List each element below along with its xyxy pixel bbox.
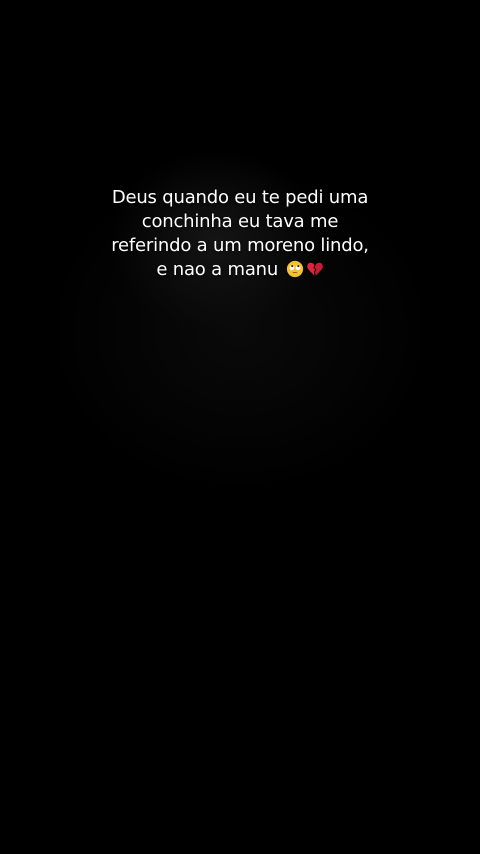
face-with-rolling-eyes-icon <box>286 260 303 278</box>
caption-line-4-wrapper: e nao a manu <box>90 258 390 282</box>
broken-heart-icon <box>306 262 323 276</box>
caption-line-4: e nao a manu <box>156 259 279 280</box>
caption-line-3: referindo a um moreno lindo, <box>111 235 369 256</box>
video-screen[interactable]: Deus quando eu te pedi uma conchinha eu … <box>0 0 480 854</box>
caption-line-2: conchinha eu tava me <box>141 211 339 232</box>
overlay-caption: Deus quando eu te pedi uma conchinha eu … <box>90 186 390 282</box>
caption-line-1: Deus quando eu te pedi uma <box>111 187 369 208</box>
